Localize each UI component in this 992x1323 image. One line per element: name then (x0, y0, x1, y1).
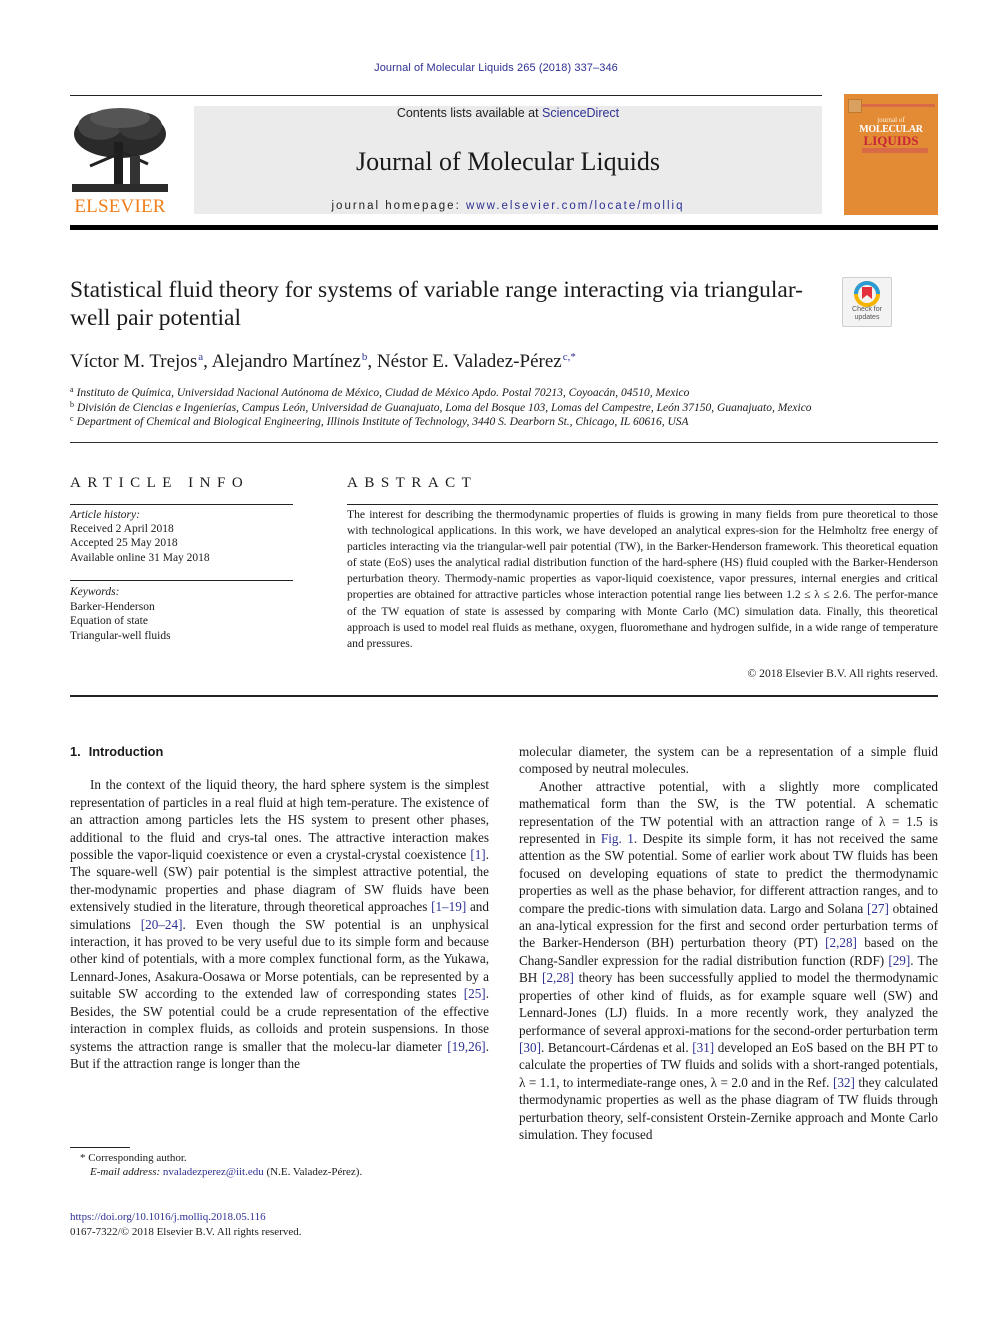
divider (70, 442, 938, 443)
elsevier-wordmark: ELSEVIER (74, 196, 166, 217)
author-name: Víctor M. Trejos (70, 351, 198, 372)
author-affiliation-link[interactable]: c,* (563, 351, 576, 363)
check-for-updates-label: Check for updates (852, 306, 882, 321)
abstract-body: The interest for describing the thermody… (347, 508, 938, 650)
divider (70, 504, 293, 505)
article-title: Statistical fluid theory for systems of … (70, 277, 804, 331)
history-accepted: Accepted 25 May 2018 (70, 537, 178, 550)
citation-link[interactable]: [25] (464, 986, 486, 1001)
body-column-right: molecular diameter, the system can be a … (519, 743, 938, 1143)
footnote-rule (70, 1147, 130, 1148)
divider (70, 580, 293, 581)
keyword: Barker-Henderson (70, 600, 155, 613)
doi-link[interactable]: https://doi.org/10.1016/j.molliq.2018.05… (70, 1210, 302, 1225)
masthead-top-rule (70, 95, 822, 96)
keyword: Equation of state (70, 615, 148, 628)
email-link[interactable]: nvaladezperez@iit.edu (163, 1166, 264, 1178)
text-run: molecular diameter, the system can be a … (519, 744, 938, 777)
text-run: In the context of the liquid theory, the… (70, 777, 489, 863)
cover-stripe (862, 148, 928, 153)
text-run: theory has been successfully applied to … (519, 970, 938, 1038)
paragraph: molecular diameter, the system can be a … (519, 743, 938, 778)
doi-block: https://doi.org/10.1016/j.molliq.2018.05… (70, 1210, 302, 1240)
abstract-heading: ABSTRACT (347, 475, 478, 491)
cover-publisher-icon (848, 99, 862, 113)
cover-journal-of: journal of (877, 116, 905, 124)
author-name: Alejandro Martínez (211, 351, 361, 372)
journal-cover-thumbnail[interactable]: journal of MOLECULAR LIQUIDS (844, 94, 938, 215)
divider (347, 504, 938, 505)
homepage-prefix: journal homepage: (331, 200, 466, 212)
citation-link[interactable]: [2,28] (542, 970, 574, 985)
author-list: Víctor M. Trejosa, Alejandro Martínezb, … (70, 351, 576, 372)
cover-stripe (862, 104, 935, 107)
paragraph: In the context of the liquid theory, the… (70, 776, 489, 1072)
citation-link[interactable]: [20–24] (141, 917, 183, 932)
contents-line: Contents lists available at ScienceDirec… (194, 106, 822, 120)
journal-homepage-line: journal homepage: www.elsevier.com/locat… (194, 200, 822, 212)
article-history: Article history: Received 2 April 2018 A… (70, 508, 210, 565)
affiliation-c: c Department of Chemical and Biological E… (70, 414, 689, 428)
history-received: Received 2 April 2018 (70, 523, 174, 536)
masthead-bottom-rule (70, 225, 938, 230)
corresponding-author-label: Corresponding author. (88, 1152, 187, 1164)
history-online: Available online 31 May 2018 (70, 551, 210, 564)
citation-link[interactable]: Fig. 1 (601, 831, 634, 846)
citation-link[interactable]: [1] (470, 847, 485, 862)
abstract-copyright: © 2018 Elsevier B.V. All rights reserved… (747, 667, 938, 680)
journal-homepage-link[interactable]: www.elsevier.com/locate/molliq (466, 200, 685, 212)
email-owner: (N.E. Valadez-Pérez). (263, 1166, 363, 1178)
paragraph: Another attractive potential, with a sli… (519, 778, 938, 1144)
citation-link[interactable]: [30] (519, 1040, 541, 1055)
keyword: Triangular-well fluids (70, 629, 171, 642)
divider (70, 695, 938, 697)
body-column-left: 1. Introduction In the context of the liq… (70, 743, 489, 1072)
citation-link[interactable]: [27] (867, 901, 889, 916)
author-name: Néstor E. Valadez-Pérez (376, 351, 562, 372)
footnote-mark: * (80, 1152, 86, 1164)
keywords-label: Keywords: (70, 586, 120, 598)
citation-link[interactable]: [31] (692, 1040, 714, 1055)
citation-link[interactable]: [1–19] (431, 899, 466, 914)
author-affiliation-link[interactable]: b (362, 351, 368, 363)
contents-prefix: Contents lists available at (396, 106, 543, 120)
author-affiliation-link[interactable]: a (198, 351, 203, 363)
cover-liquids: LIQUIDS (863, 133, 919, 148)
citation-link[interactable]: [19,26] (447, 1039, 485, 1054)
sciencedirect-link[interactable]: ScienceDirect (542, 106, 619, 120)
text-run: . Betancourt-Cárdenas et al. (540, 1039, 693, 1055)
check-for-updates-button[interactable]: Check for updates (842, 277, 892, 327)
journal-title: Journal of Molecular Liquids (356, 147, 660, 176)
running-head-citation[interactable]: Journal of Molecular Liquids 265 (2018) … (0, 62, 992, 74)
issn-copyright: 0167-7322/© 2018 Elsevier B.V. All right… (70, 1226, 302, 1238)
citation-link[interactable]: [29] (888, 953, 910, 968)
citation-link[interactable]: [2,28] (825, 935, 857, 950)
email-label: E-mail address: (90, 1166, 163, 1178)
check-for-updates-icon (854, 281, 880, 307)
keywords: Keywords: Barker-Henderson Equation of s… (70, 585, 171, 643)
footnote: * Corresponding author. E-mail address: … (80, 1151, 362, 1179)
affiliation-b: b División de Ciencias e Ingenierías, Cam… (70, 400, 812, 414)
article-info-heading: ARTICLE INFO (70, 475, 250, 491)
affiliation-a: a Instituto de Química, Universidad Nacio… (70, 385, 690, 399)
citation-link[interactable]: [32] (833, 1075, 855, 1090)
section-heading: 1. Introduction (70, 744, 164, 759)
history-label: Article history: (70, 509, 140, 521)
